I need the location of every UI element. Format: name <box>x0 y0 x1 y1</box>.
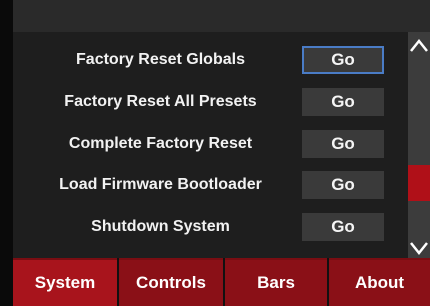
window-frame <box>0 0 13 306</box>
tab-system[interactable]: System <box>13 260 117 306</box>
factory-reset-globals-go-button[interactable]: Go <box>302 46 384 74</box>
setting-row-load-firmware-bootloader: Load Firmware Bootloader Go <box>13 165 408 205</box>
setting-label: Factory Reset Globals <box>76 51 245 68</box>
header-bar <box>13 0 430 32</box>
bottom-tab-bar: System Controls Bars About <box>13 258 430 306</box>
scroll-thumb[interactable] <box>408 165 430 201</box>
tab-about[interactable]: About <box>329 260 430 306</box>
factory-reset-all-presets-go-button[interactable]: Go <box>302 88 384 116</box>
tab-controls[interactable]: Controls <box>119 260 223 306</box>
setting-row-factory-reset-globals: Factory Reset Globals Go <box>13 40 408 80</box>
setting-label: Complete Factory Reset <box>68 135 253 152</box>
system-settings-panel: Factory Reset Globals Go Factory Reset A… <box>13 32 408 258</box>
setting-row-factory-reset-all-presets: Factory Reset All Presets Go <box>13 82 408 122</box>
chevron-up-icon[interactable] <box>408 38 430 60</box>
complete-factory-reset-go-button[interactable]: Go <box>302 130 384 158</box>
setting-row-shutdown-system: Shutdown System Go <box>13 207 408 247</box>
setting-label: Shutdown System <box>91 218 230 235</box>
tab-bars[interactable]: Bars <box>225 260 327 306</box>
setting-label: Factory Reset All Presets <box>64 93 257 110</box>
shutdown-system-go-button[interactable]: Go <box>302 213 384 241</box>
load-firmware-bootloader-go-button[interactable]: Go <box>302 171 384 199</box>
scrollbar[interactable] <box>408 32 430 258</box>
setting-row-complete-factory-reset: Complete Factory Reset Go <box>13 124 408 164</box>
setting-label: Load Firmware Bootloader <box>59 176 262 193</box>
